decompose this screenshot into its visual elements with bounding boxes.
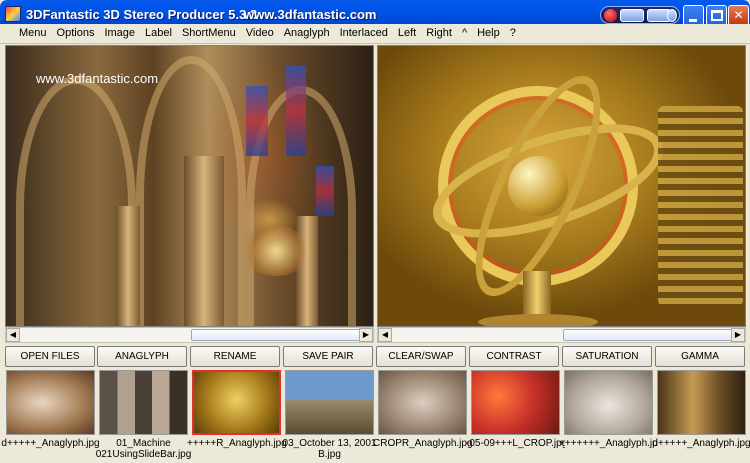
tray-widget[interactable] <box>600 6 680 24</box>
stained-glass-window <box>246 86 268 156</box>
menu-label[interactable]: Label <box>140 24 177 43</box>
scroll-thumb[interactable] <box>563 329 733 341</box>
menu-left[interactable]: Left <box>393 24 421 43</box>
scroll-right-icon[interactable]: ▶ <box>731 328 745 342</box>
thumbnail-strip: d+++++_Anaglyph.jpg 01_Machine 021UsingS… <box>0 368 750 463</box>
thumbnail-image <box>378 370 467 435</box>
thumbnail-image <box>471 370 560 435</box>
thumbnail-item[interactable]: 03_October 13, 2001 B.jpg <box>283 368 376 463</box>
gamma-button[interactable]: GAMMA <box>655 346 745 367</box>
menu-bar: Menu Options Image Label ShortMenu Video… <box>0 24 750 44</box>
clockwork-mechanism <box>658 106 743 306</box>
armillary-base <box>478 314 598 326</box>
right-horizontal-scrollbar[interactable]: ◀ ▶ <box>377 327 746 343</box>
stained-glass-window <box>286 66 306 156</box>
app-icon <box>5 6 21 22</box>
scroll-left-icon[interactable]: ◀ <box>6 328 20 342</box>
menu-image[interactable]: Image <box>99 24 140 43</box>
open-files-button[interactable]: OPEN FILES <box>5 346 95 367</box>
thumbnail-label: d+++++_Anaglyph.jpg <box>1 438 100 449</box>
pillar-shape <box>116 206 140 326</box>
menu-video[interactable]: Video <box>241 24 279 43</box>
thumbnail-image <box>657 370 746 435</box>
window-title: 3DFantastic 3D Stereo Producer 5.3.3 <box>26 7 258 22</box>
scroll-left-icon[interactable]: ◀ <box>378 328 392 342</box>
clear-swap-button[interactable]: CLEAR/SWAP <box>376 346 466 367</box>
thumbnail-item[interactable]: d+++++_Anaglyph.jpg <box>652 368 750 463</box>
command-button-bar: OPEN FILES ANAGLYPH RENAME SAVE PAIR CLE… <box>0 346 750 368</box>
thumbnail-item-selected[interactable]: +++++R_Anaglyph.jpg <box>187 368 286 463</box>
close-icon: ✕ <box>733 8 744 22</box>
menu-question[interactable]: ? <box>505 24 521 43</box>
title-url: www.3dfantastic.com <box>244 7 377 22</box>
thumbnail-label-line2: 021UsingSlideBar.jpg <box>95 449 192 460</box>
armillary-core <box>508 156 568 216</box>
menu-caret[interactable]: ^ <box>457 24 472 43</box>
minimize-button[interactable] <box>683 5 704 26</box>
contrast-button[interactable]: CONTRAST <box>469 346 559 367</box>
tray-dot-icon <box>667 9 677 22</box>
thumbnail-image <box>6 370 95 435</box>
save-pair-button[interactable]: SAVE PAIR <box>283 346 373 367</box>
thumbnail-item[interactable]: d+++++_Anaglyph.jpg <box>1 368 100 463</box>
maximize-icon <box>711 10 723 21</box>
thumbnail-label: -05-09+++L_CROP.jpg <box>466 438 565 449</box>
menu-help[interactable]: Help <box>472 24 505 43</box>
menu-menu[interactable]: Menu <box>14 24 52 43</box>
scroll-right-icon[interactable]: ▶ <box>359 328 373 342</box>
tray-window-icon <box>620 9 644 22</box>
menu-anaglyph[interactable]: Anaglyph <box>279 24 335 43</box>
thumbnail-item[interactable]: +++++++_Anaglyph.jpg <box>559 368 658 463</box>
minimize-icon <box>689 19 697 22</box>
chandelier-glow <box>241 226 311 276</box>
right-image-pane[interactable] <box>377 45 746 327</box>
menu-shortmenu[interactable]: ShortMenu <box>177 24 241 43</box>
rename-button[interactable]: RENAME <box>190 346 280 367</box>
menu-options[interactable]: Options <box>52 24 100 43</box>
thumbnail-label: CROPR_Anaglyph.jpg <box>373 438 472 449</box>
thumbnail-image <box>99 370 188 435</box>
left-horizontal-scrollbar[interactable]: ◀ ▶ <box>5 327 374 343</box>
thumbnail-label: +++++R_Anaglyph.jpg <box>187 438 286 449</box>
thumbnail-image <box>192 370 281 435</box>
saturation-button[interactable]: SATURATION <box>562 346 652 367</box>
thumbnail-item[interactable]: CROPR_Anaglyph.jpg <box>373 368 472 463</box>
scroll-thumb[interactable] <box>191 329 361 341</box>
thumbnail-item[interactable]: 01_Machine 021UsingSlideBar.jpg <box>96 368 191 463</box>
thumbnail-item[interactable]: -05-09+++L_CROP.jpg <box>466 368 565 463</box>
record-icon <box>604 9 617 22</box>
close-button[interactable]: ✕ <box>728 5 749 26</box>
stained-glass-window <box>316 166 334 216</box>
watermark-text: www.3dfantastic.com <box>36 71 159 86</box>
armillary-anaglyph-image <box>378 46 745 326</box>
thumbnail-label: +++++++_Anaglyph.jpg <box>559 438 658 449</box>
thumbnail-label: 01_Machine <box>116 438 171 449</box>
thumbnail-label: 03_October 13, 2001 <box>282 438 377 449</box>
menu-right[interactable]: Right <box>421 24 457 43</box>
menu-interlaced[interactable]: Interlaced <box>335 24 393 43</box>
thumbnail-image <box>564 370 653 435</box>
cathedral-anaglyph-image <box>6 46 373 326</box>
thumbnail-label-line2: B.jpg <box>318 449 341 460</box>
pillar-shape <box>184 156 224 326</box>
left-image-pane[interactable]: www.3dfantastic.com <box>5 45 374 327</box>
anaglyph-button[interactable]: ANAGLYPH <box>97 346 187 367</box>
thumbnail-image <box>285 370 374 435</box>
thumbnail-label: d+++++_Anaglyph.jpg <box>652 438 750 449</box>
maximize-button[interactable] <box>706 5 727 26</box>
